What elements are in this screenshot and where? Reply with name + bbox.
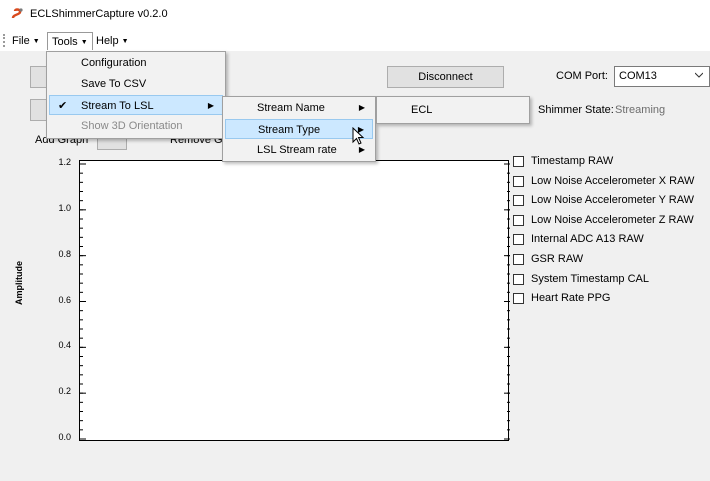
menu-item-label: ECL — [411, 104, 433, 116]
channel-checkbox-row[interactable]: Timestamp RAW — [513, 155, 703, 169]
cursor-arrow-icon — [352, 127, 365, 145]
chevron-down-icon: ▼ — [80, 39, 88, 46]
menu-item-configuration[interactable]: Configuration — [49, 53, 223, 73]
menu-bar: File ▼ Tools ▼ Help ▼ — [0, 30, 710, 51]
window-title: ECLShimmerCapture v0.2.0 — [30, 8, 168, 20]
menu-item-label: Configuration — [81, 57, 147, 69]
menu-help-label: Help — [96, 35, 119, 47]
checkbox[interactable] — [513, 234, 524, 246]
checkbox[interactable] — [513, 156, 524, 167]
shimmer-state-value: Streaming — [615, 104, 666, 116]
tools-menu: Configuration Save To CSV ✔ Stream To LS… — [46, 51, 226, 139]
checkbox-label: Low Noise Accelerometer Z RAW — [531, 213, 694, 226]
com-port-select[interactable]: COM13 — [614, 66, 710, 87]
checkbox[interactable] — [513, 175, 524, 187]
channel-checkbox-row[interactable]: Heart Rate PPG — [513, 292, 703, 306]
menu-item-label: Stream Type — [258, 124, 321, 136]
menu-item-show-3d-orientation[interactable]: Show 3D Orientation — [49, 116, 223, 136]
channel-checkbox-row[interactable]: Low Noise Accelerometer X RAW — [513, 175, 703, 189]
shimmer-state-label: Shimmer State: — [538, 104, 614, 116]
checkbox[interactable] — [513, 195, 524, 207]
menu-item-ecl[interactable]: ECL — [379, 100, 527, 120]
menu-item-label: LSL Stream rate — [257, 144, 337, 156]
channel-checkbox-row[interactable]: Internal ADC A13 RAW — [513, 233, 703, 247]
chevron-down-icon: ▼ — [121, 38, 129, 45]
menu-tools-label: Tools — [52, 36, 78, 48]
chevron-down-icon: ▼ — [32, 38, 40, 45]
checkbox-label: Heart Rate PPG — [531, 292, 611, 305]
chevron-right-icon: ▶ — [358, 103, 365, 112]
menu-item-stream-type[interactable]: Stream Type ▶ — [225, 119, 373, 139]
channel-checkbox-row[interactable]: Low Noise Accelerometer Y RAW — [513, 194, 703, 208]
stream-type-submenu: ECL — [376, 96, 530, 124]
y-tick-label: 1.0 — [58, 202, 71, 213]
plot-canvas — [80, 163, 510, 440]
y-tick-label: 0.2 — [58, 386, 71, 397]
y-tick-label: 0.4 — [58, 340, 71, 351]
menu-grip — [3, 34, 5, 47]
y-tick-label: 0.0 — [58, 432, 71, 442]
checkbox[interactable] — [513, 254, 524, 265]
checkbox-label: GSR RAW — [531, 253, 584, 265]
checkbox[interactable] — [513, 293, 524, 305]
checkbox-label: Timestamp RAW — [531, 155, 614, 167]
menu-item-label: Stream Name — [257, 102, 325, 114]
menu-item-label: Show 3D Orientation — [81, 120, 183, 132]
checkbox-label: Internal ADC A13 RAW — [531, 233, 644, 246]
menu-tools[interactable]: Tools ▼ — [47, 32, 93, 50]
y-tick-label: 0.8 — [58, 248, 71, 259]
y-axis-label: Amplitude — [14, 261, 24, 305]
checkbox[interactable] — [513, 214, 524, 226]
menu-file-label: File — [12, 35, 30, 47]
checkbox-label: Low Noise Accelerometer X RAW — [531, 174, 695, 187]
title-bar: ECLShimmerCapture v0.2.0 — [0, 0, 710, 30]
menu-item-stream-to-lsl[interactable]: ✔ Stream To LSL ▶ — [49, 95, 223, 115]
com-port-label: COM Port: — [556, 70, 608, 82]
y-tick-label: 0.6 — [58, 294, 71, 305]
menu-item-label: Save To CSV — [81, 78, 147, 90]
check-icon: ✔ — [58, 100, 68, 112]
checkbox-label: Low Noise Accelerometer Y RAW — [531, 194, 695, 207]
menu-item-label: Stream To LSL — [81, 100, 154, 112]
y-tick-label: 1.2 — [58, 157, 71, 167]
menu-item-lsl-stream-rate[interactable]: LSL Stream rate ▶ — [225, 140, 373, 160]
menu-item-save-to-csv[interactable]: Save To CSV — [49, 74, 223, 94]
disconnect-button[interactable]: Disconnect — [387, 66, 504, 88]
channel-checkbox-row[interactable]: System Timestamp CAL — [513, 273, 703, 287]
channel-checkbox-row[interactable]: GSR RAW — [513, 253, 703, 267]
menu-help[interactable]: Help ▼ — [92, 32, 133, 50]
chevron-down-icon — [695, 72, 703, 78]
menu-file[interactable]: File ▼ — [8, 32, 44, 50]
plot-area — [79, 160, 510, 441]
menu-item-stream-name[interactable]: Stream Name ▶ — [225, 98, 373, 118]
com-port-value: COM13 — [619, 70, 657, 82]
app-icon — [11, 8, 23, 19]
channel-checkbox-row[interactable]: Low Noise Accelerometer Z RAW — [513, 214, 703, 228]
checkbox[interactable] — [513, 273, 524, 285]
checkbox-label: System Timestamp CAL — [531, 272, 649, 285]
chevron-right-icon: ▶ — [207, 101, 214, 110]
